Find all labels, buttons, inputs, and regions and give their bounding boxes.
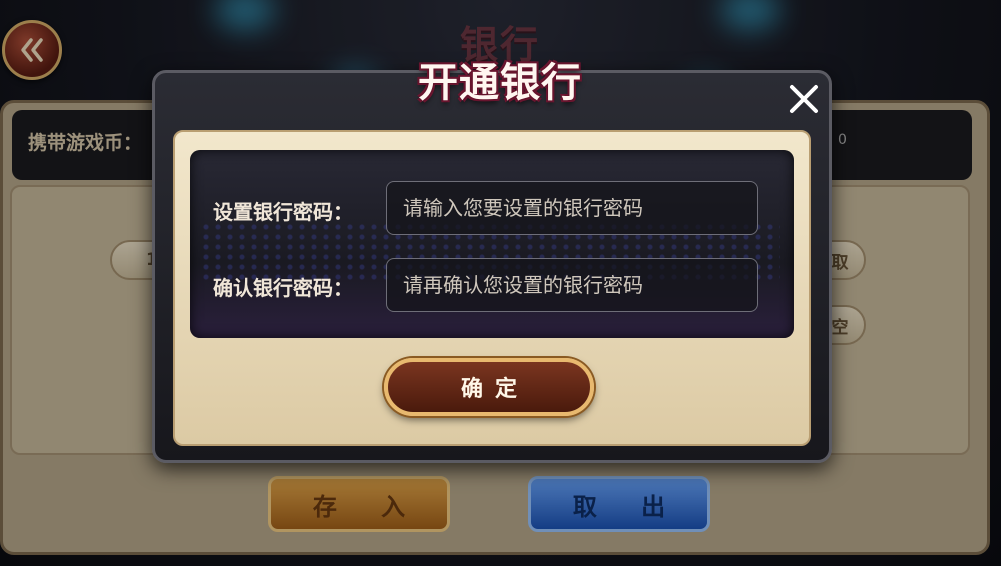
confirm-password-input[interactable] [386,258,758,312]
dialog-title: 开通银行 [418,60,582,106]
set-password-input[interactable] [386,181,758,235]
close-icon[interactable] [785,80,823,118]
set-password-label: 设置银行密码： [213,200,353,224]
confirm-button[interactable]: 确定 [384,358,594,416]
confirm-password-label: 确认银行密码： [213,276,353,300]
